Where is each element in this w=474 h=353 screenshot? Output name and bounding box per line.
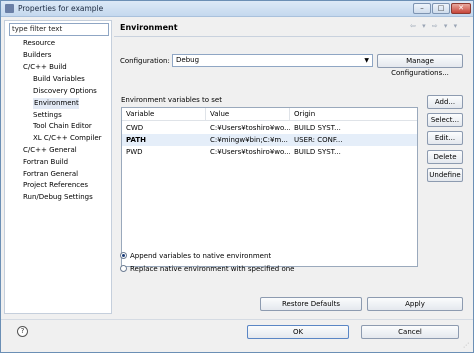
env-variables-table: Variable Value Origin CWD C:¥Users¥toshi… (121, 107, 418, 267)
cancel-button[interactable]: Cancel (361, 325, 459, 339)
app-icon (5, 4, 14, 13)
tree-item-environment[interactable]: Environment (33, 98, 79, 109)
manage-configurations-button[interactable]: Manage Configurations... (377, 54, 463, 77)
tree-item-project-references[interactable]: Project References (23, 180, 88, 191)
restore-defaults-button[interactable]: Restore Defaults (260, 297, 362, 311)
configuration-label: Configuration: (120, 57, 170, 65)
filter-input[interactable]: type filter text (9, 23, 109, 36)
radio-checked-icon (120, 252, 127, 259)
radio-replace[interactable]: Replace native environment with specifie… (120, 265, 295, 273)
tree-item-settings[interactable]: Settings (33, 110, 62, 121)
tree-item-run-debug-settings[interactable]: Run/Debug Settings (23, 192, 93, 203)
undefine-button[interactable]: Undefine (427, 168, 463, 182)
radio-append[interactable]: Append variables to native environment (120, 252, 271, 260)
title-bar: Properties for example – □ ✕ (1, 1, 473, 17)
footer-separator (1, 319, 473, 320)
radio-replace-label: Replace native environment with specifie… (130, 265, 295, 273)
tree-item-resource[interactable]: Resource (23, 38, 55, 49)
environment-page: Environment ⇦ ▾ ⇨ ▾ ▾ Configuration: Deb… (114, 20, 470, 314)
page-title: Environment (120, 23, 178, 32)
cell-origin: BUILD SYST... (294, 148, 341, 156)
radio-unchecked-icon (120, 265, 127, 272)
resize-grip-icon[interactable]: ⋰ (463, 342, 469, 349)
tree-item-cpp-build[interactable]: C/C++ Build (23, 62, 67, 73)
select-button[interactable]: Select... (427, 113, 463, 127)
configuration-value: Debug (176, 56, 200, 64)
env-variables-label: Environment variables to set (121, 96, 222, 104)
column-header-origin[interactable]: Origin (290, 108, 417, 121)
properties-dialog: Properties for example – □ ✕ type filter… (0, 0, 474, 353)
chevron-down-icon: ▼ (364, 57, 369, 64)
table-row[interactable]: CWD C:¥Users¥toshiro¥wo... BUILD SYST... (122, 122, 417, 134)
minimize-icon[interactable]: – (413, 3, 431, 14)
tree-item-cpp-general[interactable]: C/C++ General (23, 145, 77, 156)
table-row[interactable]: PATH C:¥mingw¥bin;C:¥m... USER: CONF... (122, 134, 417, 146)
apply-button[interactable]: Apply (367, 297, 463, 311)
maximize-icon[interactable]: □ (432, 3, 450, 14)
table-row[interactable]: PWD C:¥Users¥toshiro¥wo... BUILD SYST... (122, 146, 417, 158)
cell-variable: PATH (126, 136, 146, 144)
cell-value: C:¥mingw¥bin;C:¥m... (210, 136, 288, 144)
help-icon[interactable]: ? (17, 326, 28, 337)
cell-variable: CWD (126, 124, 144, 132)
delete-button[interactable]: Delete (427, 150, 463, 164)
title-separator (114, 36, 470, 37)
cell-value: C:¥Users¥toshiro¥wo... (210, 124, 290, 132)
tree-item-fortran-build[interactable]: Fortran Build (23, 157, 68, 168)
tree-item-discovery-options[interactable]: Discovery Options (33, 86, 97, 97)
radio-append-label: Append variables to native environment (130, 252, 272, 260)
configuration-select[interactable]: Debug ▼ (172, 54, 373, 67)
close-icon[interactable]: ✕ (451, 3, 471, 14)
cell-variable: PWD (126, 148, 143, 156)
history-nav-icons[interactable]: ⇦ ▾ ⇨ ▾ ▾ (410, 22, 459, 30)
tree-item-fortran-general[interactable]: Fortran General (23, 169, 78, 180)
property-tree-pane: type filter text Resource Builders C/C++… (4, 20, 112, 314)
cell-origin: USER: CONF... (294, 136, 343, 144)
ok-button[interactable]: OK (247, 325, 349, 339)
column-header-variable[interactable]: Variable (122, 108, 206, 121)
tree-item-tool-chain-editor[interactable]: Tool Chain Editor (33, 121, 92, 132)
cell-value: C:¥Users¥toshiro¥wo... (210, 148, 290, 156)
window-title: Properties for example (18, 4, 104, 13)
tree-item-build-variables[interactable]: Build Variables (33, 74, 85, 85)
add-button[interactable]: Add... (427, 95, 463, 109)
tree-item-builders[interactable]: Builders (23, 50, 51, 61)
edit-button[interactable]: Edit... (427, 131, 463, 145)
tree-item-xl-compiler[interactable]: XL C/C++ Compiler (33, 133, 102, 144)
column-header-value[interactable]: Value (206, 108, 290, 121)
cell-origin: BUILD SYST... (294, 124, 341, 132)
